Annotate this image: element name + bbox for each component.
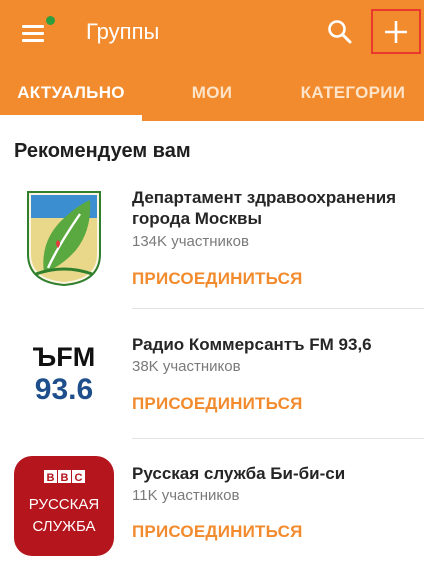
bbc-letter: B [47,472,55,484]
tab-my[interactable]: МОИ [142,64,282,121]
search-button[interactable] [322,14,358,50]
group-name[interactable]: Радио Коммерсантъ FM 93,6 [132,334,402,355]
members-count: 11K участников [132,487,240,504]
logo-line-1: РУССКАЯ [29,496,99,513]
section-title: Рекомендуем вам [14,140,191,162]
bbc-letter: C [75,472,83,484]
tab-actual[interactable]: АКТУАЛЬНО [0,64,142,121]
search-icon [328,20,352,44]
divider [132,308,424,309]
join-button[interactable]: ПРИСОЕДИНИТЬСЯ [132,522,303,542]
plus-icon [385,21,407,43]
join-button[interactable]: ПРИСОЕДИНИТЬСЯ [132,269,303,289]
join-button[interactable]: ПРИСОЕДИНИТЬСЯ [132,394,303,414]
page-title: Группы [86,19,160,44]
members-count: 38K участников [132,358,241,375]
logo-line-2: 93.6 [35,373,93,406]
app-bar: Группы АКТУАЛЬНО МОИ КАТЕГОРИИ [0,0,424,121]
notification-dot [46,16,55,25]
logo-line-2: СЛУЖБА [32,518,95,535]
bbc-letter: B [61,472,69,484]
moscow-health-department-logo [14,188,114,288]
add-group-button[interactable] [371,9,421,54]
menu-button[interactable] [14,16,55,50]
divider [132,438,424,439]
kommersant-fm-logo: ЪFM 93.6 [14,324,114,424]
group-name[interactable]: Русская служба Би-би-си [132,463,402,484]
tab-categories[interactable]: КАТЕГОРИИ [282,64,424,121]
members-count: 134K участников [132,233,249,250]
logo-line-1: ЪFM [33,342,95,372]
tab-bar: АКТУАЛЬНО МОИ КАТЕГОРИИ [0,64,424,121]
group-name[interactable]: Департамент здравоохранения города Москв… [132,187,402,229]
toolbar: Группы [0,0,424,64]
active-tab-indicator [0,115,142,121]
bbc-russian-logo: B B C РУССКАЯ СЛУЖБА [14,456,114,556]
